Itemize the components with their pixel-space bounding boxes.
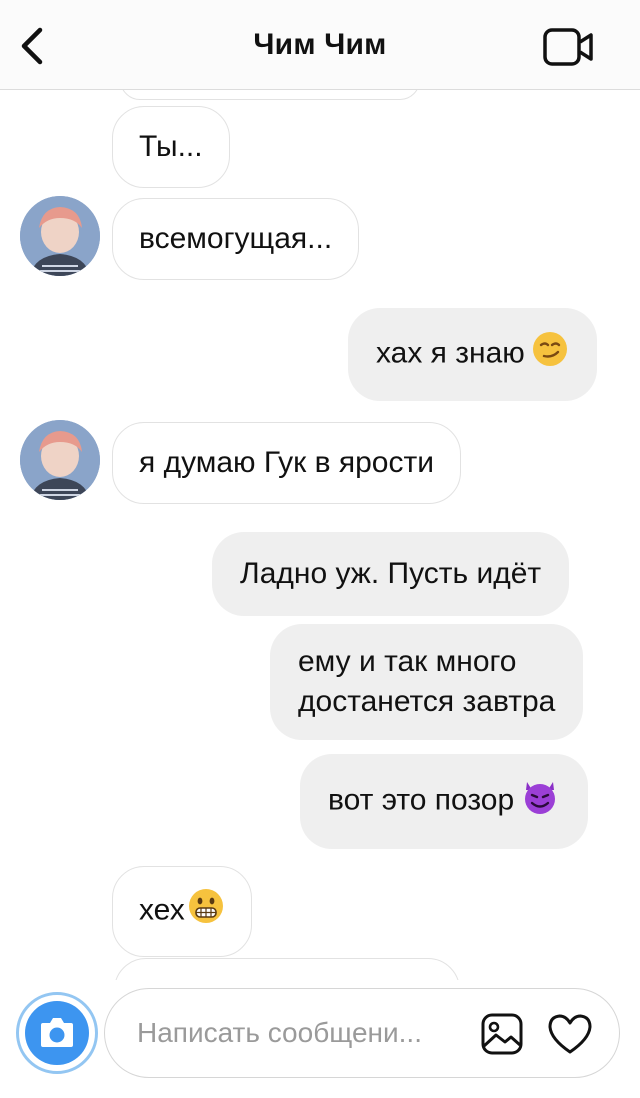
message-text: я думаю Гук в ярости bbox=[139, 446, 434, 479]
message-text: всемогущая... bbox=[139, 222, 333, 255]
camera-icon bbox=[41, 1018, 73, 1047]
message-text-line: достанется завтра bbox=[298, 685, 556, 718]
video-call-button[interactable] bbox=[542, 26, 596, 68]
incoming-message[interactable]: Ты... bbox=[112, 106, 230, 188]
grimacing-face-icon bbox=[187, 887, 225, 936]
avatar[interactable] bbox=[20, 196, 100, 276]
partial-bubble-bottom bbox=[114, 958, 460, 980]
gallery-button[interactable] bbox=[479, 1011, 525, 1057]
message-input[interactable] bbox=[137, 1011, 457, 1055]
incoming-message[interactable]: всемогущая... bbox=[112, 198, 360, 280]
video-call-icon bbox=[543, 28, 593, 66]
smiling-devil-icon bbox=[520, 776, 560, 827]
message-text: хех bbox=[139, 893, 185, 927]
incoming-message[interactable]: я думаю Гук в ярости bbox=[112, 422, 461, 504]
smirk-face-icon bbox=[531, 330, 569, 379]
message-thread[interactable]: Ты... всемогущая... хах я знаю я думаю Г… bbox=[0, 90, 640, 980]
message-composer bbox=[104, 988, 620, 1078]
message-text-line: ему и так много bbox=[298, 645, 517, 678]
outgoing-message[interactable]: хах я знаю bbox=[348, 308, 597, 401]
message-text: хах я знаю bbox=[376, 336, 525, 370]
outgoing-message[interactable]: ему и так много достанется завтра bbox=[270, 624, 584, 740]
avatar[interactable] bbox=[20, 420, 100, 500]
avatar-image bbox=[20, 420, 100, 500]
message-text: вот это позор bbox=[328, 783, 515, 817]
heart-icon bbox=[548, 1014, 592, 1054]
outgoing-message[interactable]: Ладно уж. Пусть идёт bbox=[212, 532, 570, 616]
avatar-image bbox=[20, 196, 100, 276]
gallery-icon bbox=[481, 1013, 523, 1055]
camera-button[interactable] bbox=[16, 992, 98, 1074]
outgoing-message[interactable]: вот это позор bbox=[300, 754, 589, 849]
message-text: Ты... bbox=[139, 130, 203, 163]
incoming-message[interactable]: хех bbox=[112, 866, 252, 957]
message-text: Ладно уж. Пусть идёт bbox=[240, 557, 542, 590]
partial-bubble-top bbox=[120, 90, 420, 100]
chat-header: Чим Чим bbox=[0, 0, 640, 90]
like-button[interactable] bbox=[545, 1011, 595, 1057]
